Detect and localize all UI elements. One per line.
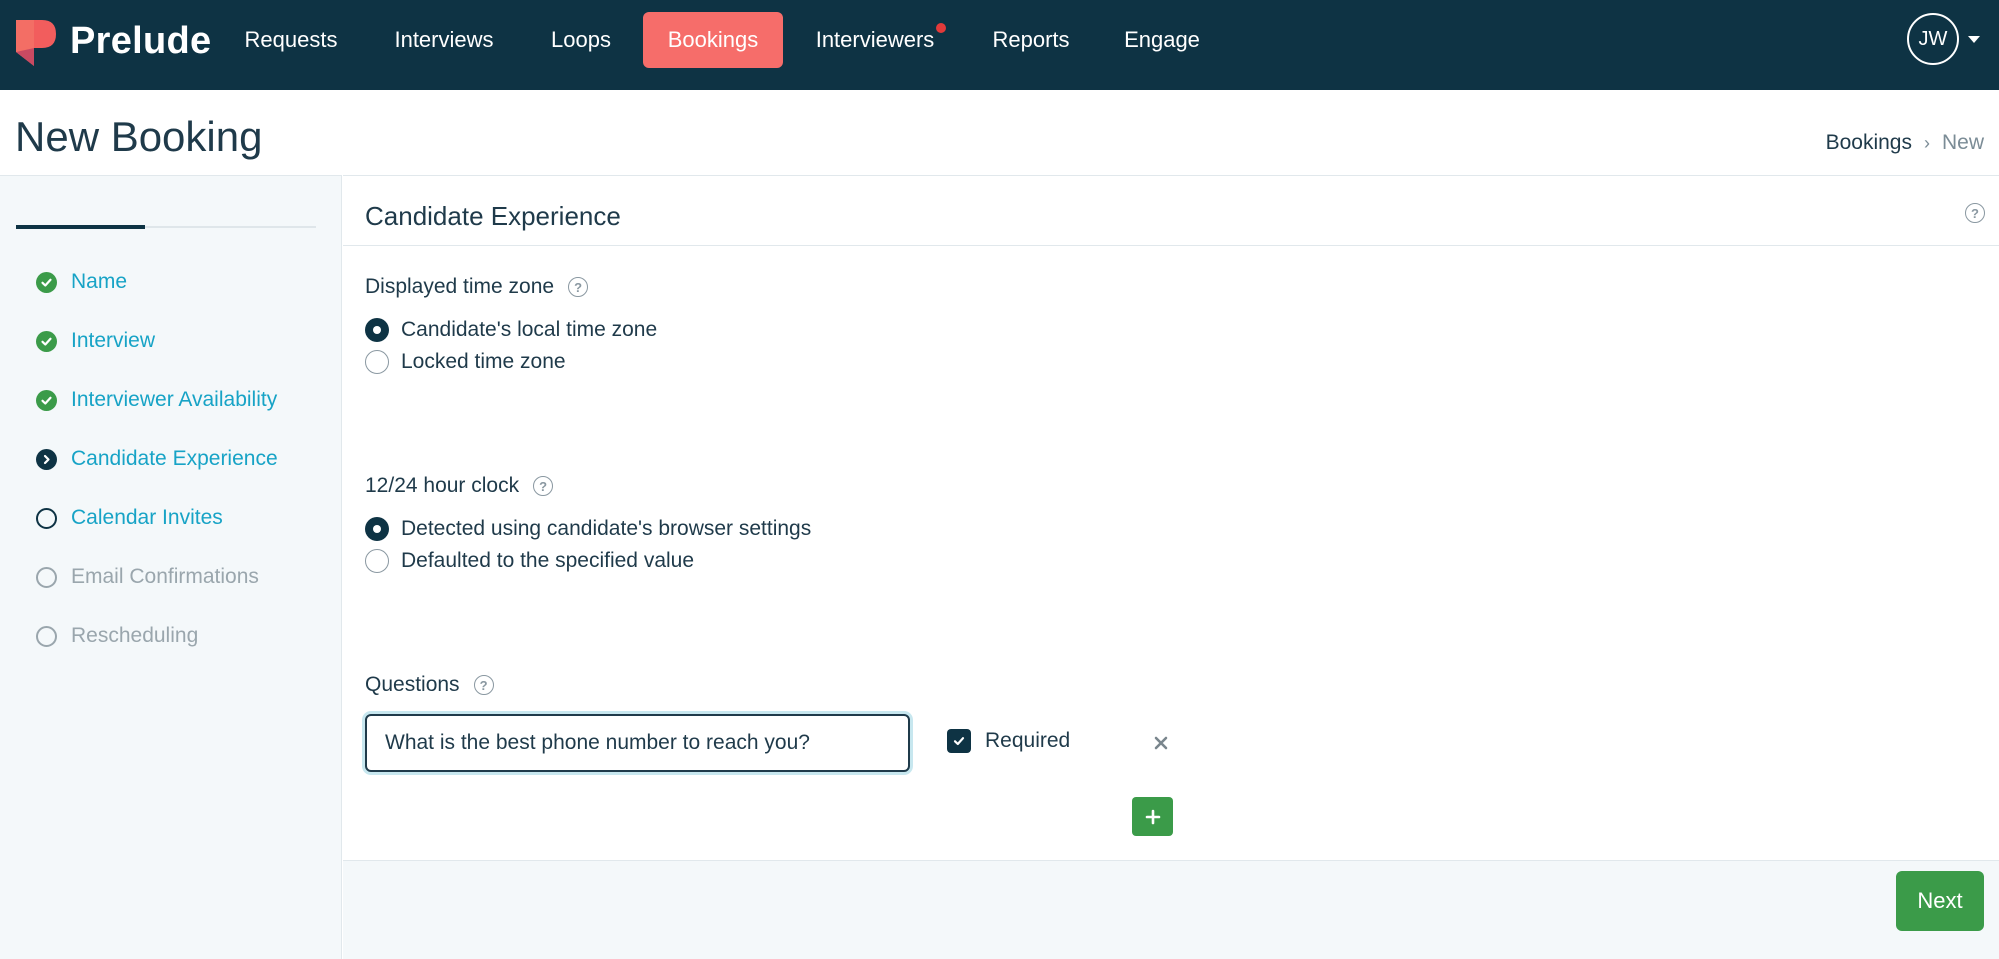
help-icon[interactable]: ? [473,675,494,695]
radio-label: Candidate's local time zone [401,318,658,341]
help-icon[interactable]: ? [568,277,589,297]
empty-circle-icon [36,507,57,529]
page-title: New Booking [15,113,263,160]
step-label: Name [71,270,128,293]
step-label: Calendar Invites [71,506,223,529]
required-label: Required [985,729,1071,752]
radio-unselected-icon [365,549,389,573]
radio-label: Locked time zone [401,350,566,373]
add-question-button[interactable] [1132,797,1173,836]
required-checkbox[interactable]: Required [947,729,1070,753]
step-label: Interviewer Availability [71,388,278,411]
user-avatar[interactable]: JW [1907,13,1959,65]
radio-browser-detected[interactable]: Detected using candidate's browser setti… [365,517,811,541]
checkbox-checked-icon [947,729,971,753]
radio-selected-icon [365,517,389,541]
top-nav: Prelude Requests Interviews Loops Bookin… [0,0,1999,90]
plus-icon [1145,809,1160,824]
step-name[interactable]: Name [36,270,127,294]
breadcrumb: Bookings › New [1826,131,1984,155]
empty-circle-icon [36,566,57,588]
notification-dot [934,21,948,35]
nav-engage[interactable]: Engage [1110,12,1214,68]
step-rescheduling[interactable]: Rescheduling [36,624,198,648]
progress-fill [16,225,145,229]
prelude-logo-icon [16,20,56,66]
nav-interviewers[interactable]: Interviewers [800,12,950,68]
nav-interviews[interactable]: Interviews [380,12,508,68]
nav-bookings[interactable]: Bookings [643,12,783,68]
nav-reports[interactable]: Reports [977,12,1085,68]
radio-selected-icon [365,318,389,342]
brand-logo[interactable]: Prelude [16,16,211,66]
step-label: Candidate Experience [71,447,278,470]
empty-circle-icon [36,625,57,647]
remove-question-button[interactable] [1146,728,1176,758]
close-icon [1154,736,1168,750]
breadcrumb-separator: › [1923,132,1930,153]
footer-bar: Next [343,860,1999,959]
next-button[interactable]: Next [1896,871,1984,931]
questions-label: Questions ? [365,673,494,697]
check-circle-icon [36,330,57,352]
timezone-label-text: Displayed time zone [365,275,555,298]
step-label: Rescheduling [71,624,199,647]
question-input[interactable] [365,714,910,772]
help-icon[interactable]: ? [1965,203,1985,223]
help-icon[interactable]: ? [533,476,554,496]
check-circle-icon [36,271,57,293]
radio-unselected-icon [365,350,389,374]
main-panel: Candidate Experience ? Displayed time zo… [343,175,1999,959]
nav-interviewers-label: Interviewers [815,27,935,52]
radio-label: Detected using candidate's browser setti… [401,517,812,540]
progress-track [16,225,316,229]
wizard-sidebar: Name Interview Interviewer Availability … [0,175,342,959]
questions-label-text: Questions [365,673,460,696]
radio-local-time-zone[interactable]: Candidate's local time zone [365,318,657,342]
breadcrumb-new: New [1941,131,1984,154]
section-title: Candidate Experience [365,201,621,231]
breadcrumb-bookings[interactable]: Bookings [1826,131,1912,155]
radio-locked-time-zone[interactable]: Locked time zone [365,350,566,374]
nav-loops[interactable]: Loops [535,12,627,68]
clock-label-text: 12/24 hour clock [365,474,520,497]
chevron-down-icon[interactable] [1968,36,1980,43]
step-interviewer-availability[interactable]: Interviewer Availability [36,388,277,412]
step-candidate-experience[interactable]: Candidate Experience [36,447,278,471]
nav-requests[interactable]: Requests [232,12,350,68]
check-circle-icon [36,389,57,411]
step-interview[interactable]: Interview [36,329,155,353]
chevron-right-circle-icon [36,448,57,470]
clock-label: 12/24 hour clock ? [365,474,554,498]
step-label: Email Confirmations [71,565,259,588]
step-email-confirmations[interactable]: Email Confirmations [36,565,259,589]
section-header: Candidate Experience ? [343,176,1999,246]
radio-label: Defaulted to the specified value [401,549,695,572]
radio-defaulted-value[interactable]: Defaulted to the specified value [365,549,694,573]
timezone-label: Displayed time zone ? [365,275,589,299]
brand-name: Prelude [70,19,212,62]
step-label: Interview [71,329,156,352]
step-calendar-invites[interactable]: Calendar Invites [36,506,223,530]
